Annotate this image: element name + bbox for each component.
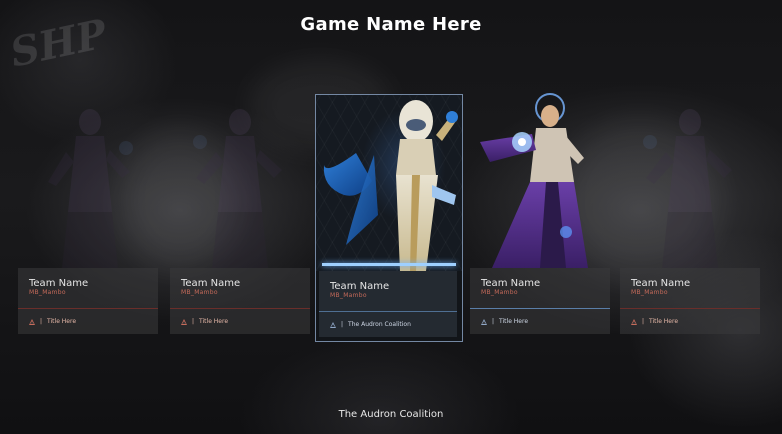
character-art <box>470 92 610 268</box>
card-divider <box>18 308 158 309</box>
player-handle: MB_Mambo <box>481 289 518 296</box>
player-handle: MB_Mambo <box>330 292 367 299</box>
card-divider <box>170 308 310 309</box>
hero-silhouette-icon <box>193 109 282 268</box>
tag-separator: | <box>192 318 195 325</box>
character-card-4[interactable]: Team Name MB_Mambo | Title Here <box>470 92 610 340</box>
card-tag: | Title Here <box>181 318 228 325</box>
tag-separator: | <box>40 318 43 325</box>
selected-faction-label: The Audron Coalition <box>338 409 444 420</box>
team-name: Team Name <box>330 281 390 292</box>
card-info-panel: Team Name MB_Mambo | Title Here <box>170 268 310 334</box>
hero-silhouette-icon <box>48 109 133 268</box>
warning-triangle-icon <box>181 318 187 325</box>
card-info-panel: Team Name MB_Mambo | The Audron Coalitio… <box>319 271 457 337</box>
character-art <box>18 92 158 268</box>
character-card-1[interactable]: Team Name MB_Mambo | Title Here <box>18 92 158 340</box>
card-tag-label: Title Here <box>47 318 77 325</box>
player-handle: MB_Mambo <box>181 289 218 296</box>
team-name: Team Name <box>181 278 241 289</box>
selection-highlight-bar <box>322 263 456 266</box>
character-art <box>316 95 462 271</box>
character-card-5[interactable]: Team Name MB_Mambo | Title Here <box>620 92 760 340</box>
card-info-panel: Team Name MB_Mambo | Title Here <box>620 268 760 334</box>
warning-triangle-icon <box>631 318 637 325</box>
character-art <box>620 92 760 268</box>
tag-separator: | <box>492 318 495 325</box>
warning-triangle-icon <box>330 321 336 328</box>
card-tag: | Title Here <box>481 318 528 325</box>
card-tag: | Title Here <box>29 318 76 325</box>
card-info-panel: Team Name MB_Mambo | Title Here <box>18 268 158 334</box>
card-tag: | The Audron Coalition <box>330 321 411 328</box>
card-tag-label: Title Here <box>649 318 679 325</box>
game-title: Game Name Here <box>300 14 482 35</box>
card-divider <box>319 311 457 312</box>
card-tag: | Title Here <box>631 318 678 325</box>
tag-separator: | <box>341 321 344 328</box>
white-armored-hero-icon <box>323 100 458 271</box>
player-handle: MB_Mambo <box>29 289 66 296</box>
card-tag-label: Title Here <box>499 318 529 325</box>
card-info-panel: Team Name MB_Mambo | Title Here <box>470 268 610 334</box>
card-divider <box>470 308 610 309</box>
team-name: Team Name <box>481 278 541 289</box>
team-name: Team Name <box>29 278 89 289</box>
warning-triangle-icon <box>481 318 487 325</box>
player-handle: MB_Mambo <box>631 289 668 296</box>
character-art <box>170 92 310 268</box>
character-roster: Team Name MB_Mambo | Title Here Team Nam… <box>18 92 764 342</box>
team-name: Team Name <box>631 278 691 289</box>
card-divider <box>620 308 760 309</box>
card-tag-label: The Audron Coalition <box>348 321 411 328</box>
hero-silhouette-icon <box>643 109 732 268</box>
purple-mage-hero-icon <box>480 93 588 268</box>
warning-triangle-icon <box>29 318 35 325</box>
character-card-3-selected[interactable]: Team Name MB_Mambo | The Audron Coalitio… <box>315 94 463 342</box>
tag-separator: | <box>642 318 645 325</box>
card-tag-label: Title Here <box>199 318 229 325</box>
character-card-2[interactable]: Team Name MB_Mambo | Title Here <box>170 92 310 340</box>
